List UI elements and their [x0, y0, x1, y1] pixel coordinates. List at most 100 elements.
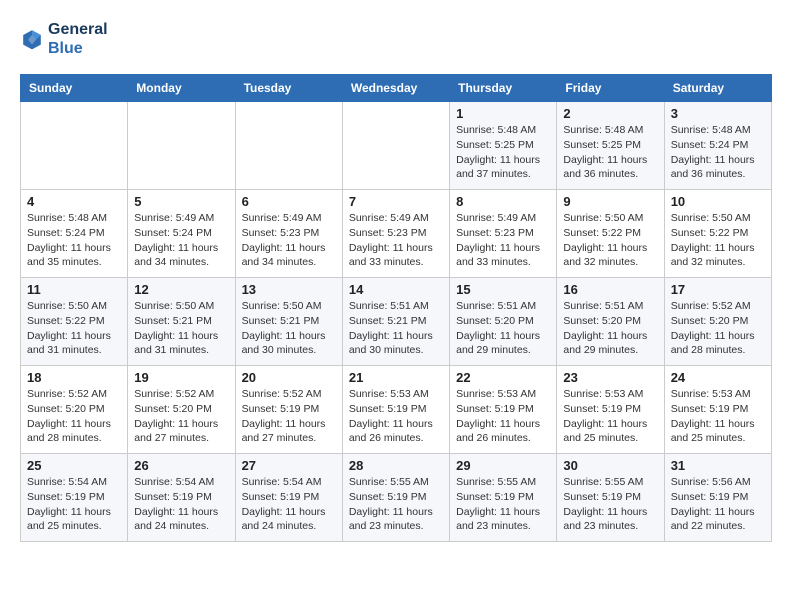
empty-day-cell — [21, 102, 128, 190]
calendar-day-13: 13 Sunrise: 5:50 AMSunset: 5:21 PMDayligh… — [235, 278, 342, 366]
day-number: 6 — [242, 194, 336, 209]
day-number: 7 — [349, 194, 443, 209]
calendar-week-2: 4 Sunrise: 5:48 AMSunset: 5:24 PMDaylight… — [21, 190, 772, 278]
day-number: 24 — [671, 370, 765, 385]
calendar-day-1: 1 Sunrise: 5:48 AMSunset: 5:25 PMDaylight… — [450, 102, 557, 190]
day-number: 1 — [456, 106, 550, 121]
calendar-day-29: 29 Sunrise: 5:55 AMSunset: 5:19 PMDayligh… — [450, 454, 557, 542]
calendar-day-26: 26 Sunrise: 5:54 AMSunset: 5:19 PMDayligh… — [128, 454, 235, 542]
day-number: 31 — [671, 458, 765, 473]
calendar-day-15: 15Sunrise: 5:51 AMSunset: 5:20 PMDayligh… — [450, 278, 557, 366]
weekday-header-tuesday: Tuesday — [235, 75, 342, 102]
day-number: 16 — [563, 282, 657, 297]
calendar-day-3: 3 Sunrise: 5:48 AMSunset: 5:24 PMDaylight… — [664, 102, 771, 190]
day-number: 10 — [671, 194, 765, 209]
day-number: 17 — [671, 282, 765, 297]
calendar-day-14: 14 Sunrise: 5:51 AMSunset: 5:21 PMDayligh… — [342, 278, 449, 366]
day-info: Sunrise: 5:50 AMSunset: 5:22 PMDaylight:… — [27, 299, 121, 358]
page-header: General Blue — [20, 20, 772, 58]
day-number: 29 — [456, 458, 550, 473]
day-info: Sunrise: 5:48 AMSunset: 5:24 PMDaylight:… — [27, 211, 121, 270]
day-number: 9 — [563, 194, 657, 209]
day-info: Sunrise: 5:52 AMSunset: 5:20 PMDaylight:… — [671, 299, 765, 358]
day-info: Sunrise: 5:55 AMSunset: 5:19 PMDaylight:… — [456, 475, 550, 534]
day-number: 19 — [134, 370, 228, 385]
day-number: 13 — [242, 282, 336, 297]
logo-icon — [20, 27, 44, 51]
calendar-day-6: 6 Sunrise: 5:49 AMSunset: 5:23 PMDaylight… — [235, 190, 342, 278]
day-number: 23 — [563, 370, 657, 385]
day-info: Sunrise: 5:49 AMSunset: 5:23 PMDaylight:… — [242, 211, 336, 270]
day-info: Sunrise: 5:50 AMSunset: 5:22 PMDaylight:… — [563, 211, 657, 270]
calendar-day-27: 27 Sunrise: 5:54 AMSunset: 5:19 PMDayligh… — [235, 454, 342, 542]
calendar-table: SundayMondayTuesdayWednesdayThursdayFrid… — [20, 74, 772, 542]
day-info: Sunrise: 5:52 AMSunset: 5:20 PMDaylight:… — [134, 387, 228, 446]
calendar-day-17: 17 Sunrise: 5:52 AMSunset: 5:20 PMDayligh… — [664, 278, 771, 366]
day-info: Sunrise: 5:50 AMSunset: 5:21 PMDaylight:… — [242, 299, 336, 358]
day-number: 25 — [27, 458, 121, 473]
weekday-header-row: SundayMondayTuesdayWednesdayThursdayFrid… — [21, 75, 772, 102]
day-number: 8 — [456, 194, 550, 209]
day-info: Sunrise: 5:52 AMSunset: 5:20 PMDaylight:… — [27, 387, 121, 446]
calendar-day-19: 19 Sunrise: 5:52 AMSunset: 5:20 PMDayligh… — [128, 366, 235, 454]
day-info: Sunrise: 5:51 AMSunset: 5:20 PMDaylight:… — [456, 299, 550, 358]
calendar-week-4: 18 Sunrise: 5:52 AMSunset: 5:20 PMDayligh… — [21, 366, 772, 454]
calendar-day-22: 22Sunrise: 5:53 AMSunset: 5:19 PMDayligh… — [450, 366, 557, 454]
weekday-header-thursday: Thursday — [450, 75, 557, 102]
calendar-day-5: 5Sunrise: 5:49 AMSunset: 5:24 PMDaylight… — [128, 190, 235, 278]
day-number: 18 — [27, 370, 121, 385]
calendar-day-24: 24 Sunrise: 5:53 AMSunset: 5:19 PMDayligh… — [664, 366, 771, 454]
day-number: 14 — [349, 282, 443, 297]
day-info: Sunrise: 5:55 AMSunset: 5:19 PMDaylight:… — [349, 475, 443, 534]
day-info: Sunrise: 5:48 AMSunset: 5:25 PMDaylight:… — [563, 123, 657, 182]
day-info: Sunrise: 5:51 AMSunset: 5:21 PMDaylight:… — [349, 299, 443, 358]
empty-day-cell — [342, 102, 449, 190]
calendar-day-31: 31 Sunrise: 5:56 AMSunset: 5:19 PMDayligh… — [664, 454, 771, 542]
day-info: Sunrise: 5:53 AMSunset: 5:19 PMDaylight:… — [563, 387, 657, 446]
calendar-day-18: 18 Sunrise: 5:52 AMSunset: 5:20 PMDayligh… — [21, 366, 128, 454]
day-number: 27 — [242, 458, 336, 473]
calendar-day-25: 25 Sunrise: 5:54 AMSunset: 5:19 PMDayligh… — [21, 454, 128, 542]
day-info: Sunrise: 5:50 AMSunset: 5:21 PMDaylight:… — [134, 299, 228, 358]
weekday-header-wednesday: Wednesday — [342, 75, 449, 102]
calendar-day-28: 28 Sunrise: 5:55 AMSunset: 5:19 PMDayligh… — [342, 454, 449, 542]
day-info: Sunrise: 5:54 AMSunset: 5:19 PMDaylight:… — [134, 475, 228, 534]
calendar-day-20: 20 Sunrise: 5:52 AMSunset: 5:19 PMDayligh… — [235, 366, 342, 454]
day-info: Sunrise: 5:49 AMSunset: 5:23 PMDaylight:… — [349, 211, 443, 270]
day-number: 21 — [349, 370, 443, 385]
day-number: 12 — [134, 282, 228, 297]
empty-day-cell — [128, 102, 235, 190]
day-number: 22 — [456, 370, 550, 385]
day-number: 4 — [27, 194, 121, 209]
day-number: 26 — [134, 458, 228, 473]
day-number: 2 — [563, 106, 657, 121]
calendar-day-30: 30Sunrise: 5:55 AMSunset: 5:19 PMDayligh… — [557, 454, 664, 542]
calendar-week-5: 25 Sunrise: 5:54 AMSunset: 5:19 PMDayligh… — [21, 454, 772, 542]
day-number: 3 — [671, 106, 765, 121]
day-info: Sunrise: 5:48 AMSunset: 5:24 PMDaylight:… — [671, 123, 765, 182]
empty-day-cell — [235, 102, 342, 190]
calendar-day-4: 4 Sunrise: 5:48 AMSunset: 5:24 PMDaylight… — [21, 190, 128, 278]
day-info: Sunrise: 5:51 AMSunset: 5:20 PMDaylight:… — [563, 299, 657, 358]
day-info: Sunrise: 5:49 AMSunset: 5:23 PMDaylight:… — [456, 211, 550, 270]
day-info: Sunrise: 5:52 AMSunset: 5:19 PMDaylight:… — [242, 387, 336, 446]
day-info: Sunrise: 5:54 AMSunset: 5:19 PMDaylight:… — [27, 475, 121, 534]
day-info: Sunrise: 5:48 AMSunset: 5:25 PMDaylight:… — [456, 123, 550, 182]
calendar-week-3: 11Sunrise: 5:50 AMSunset: 5:22 PMDayligh… — [21, 278, 772, 366]
day-info: Sunrise: 5:50 AMSunset: 5:22 PMDaylight:… — [671, 211, 765, 270]
day-number: 28 — [349, 458, 443, 473]
day-info: Sunrise: 5:55 AMSunset: 5:19 PMDaylight:… — [563, 475, 657, 534]
calendar-day-11: 11Sunrise: 5:50 AMSunset: 5:22 PMDayligh… — [21, 278, 128, 366]
calendar-day-7: 7 Sunrise: 5:49 AMSunset: 5:23 PMDaylight… — [342, 190, 449, 278]
day-number: 5 — [134, 194, 228, 209]
calendar-day-10: 10 Sunrise: 5:50 AMSunset: 5:22 PMDayligh… — [664, 190, 771, 278]
day-info: Sunrise: 5:54 AMSunset: 5:19 PMDaylight:… — [242, 475, 336, 534]
day-info: Sunrise: 5:53 AMSunset: 5:19 PMDaylight:… — [671, 387, 765, 446]
weekday-header-friday: Friday — [557, 75, 664, 102]
day-info: Sunrise: 5:56 AMSunset: 5:19 PMDaylight:… — [671, 475, 765, 534]
logo-text: General Blue — [48, 20, 108, 58]
weekday-header-saturday: Saturday — [664, 75, 771, 102]
calendar-day-8: 8 Sunrise: 5:49 AMSunset: 5:23 PMDaylight… — [450, 190, 557, 278]
day-number: 20 — [242, 370, 336, 385]
calendar-week-1: 1 Sunrise: 5:48 AMSunset: 5:25 PMDaylight… — [21, 102, 772, 190]
